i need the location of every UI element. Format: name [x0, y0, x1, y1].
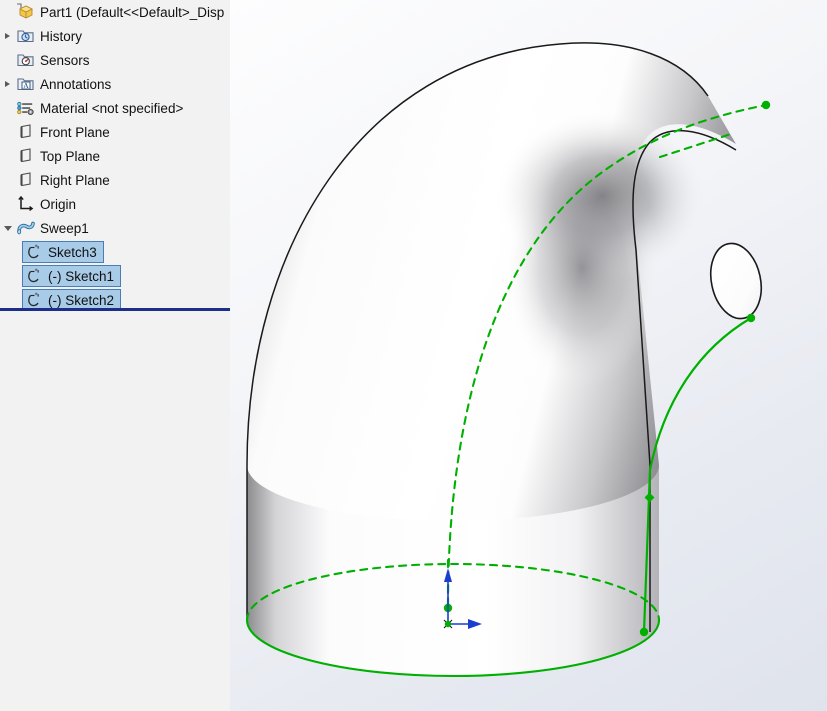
- svg-text:*: *: [35, 245, 38, 252]
- plane-icon: [16, 170, 36, 190]
- sensors-folder-icon: [16, 50, 36, 70]
- tree-item-label: Origin: [40, 196, 77, 212]
- svg-text:A: A: [23, 81, 29, 90]
- chevron-right-icon[interactable]: [0, 24, 16, 48]
- sketch-icon: *: [25, 266, 45, 286]
- model-canvas[interactable]: [230, 0, 827, 711]
- sketch-icon: *: [25, 290, 45, 310]
- tree-item-sketch3[interactable]: * Sketch3: [0, 240, 230, 264]
- tree-item-right-plane[interactable]: Right Plane: [0, 168, 230, 192]
- plane-icon: [16, 146, 36, 166]
- tree-item-sketch1[interactable]: * (-) Sketch1: [0, 264, 230, 288]
- tree-item-label: Material <not specified>: [40, 100, 184, 116]
- rollback-bar[interactable]: [0, 308, 230, 311]
- selection-highlight[interactable]: * (-) Sketch1: [22, 265, 122, 287]
- tree-item-label: Annotations: [40, 76, 112, 92]
- tree-item-top-plane[interactable]: Top Plane: [0, 144, 230, 168]
- circular-end-face[interactable]: [704, 239, 768, 324]
- tree-item-origin[interactable]: Origin: [0, 192, 230, 216]
- origin-icon: [16, 194, 36, 214]
- sketch-icon: *: [25, 242, 45, 262]
- history-folder-icon: [16, 26, 36, 46]
- tree-item-label: (-) Sketch1: [48, 268, 115, 284]
- tree-item-history[interactable]: History: [0, 24, 230, 48]
- tree-item-label: Part1 (Default<<Default>_Disp: [40, 4, 225, 20]
- graphics-viewport[interactable]: [230, 0, 827, 711]
- chevron-right-icon[interactable]: [0, 72, 16, 96]
- end-face-group[interactable]: [704, 239, 768, 324]
- tree-item-part-root[interactable]: Part1 (Default<<Default>_Disp: [0, 0, 230, 24]
- tree-item-label: Front Plane: [40, 124, 110, 140]
- sketch-point-profile-bottom[interactable]: [639, 627, 649, 637]
- solidworks-window: Part1 (Default<<Default>_Disp History Se…: [0, 0, 827, 711]
- sketch2-profile-curve[interactable]: [642, 316, 753, 634]
- tree-item-label: Sensors: [40, 52, 90, 68]
- selection-highlight[interactable]: * Sketch3: [22, 241, 104, 263]
- tree-item-label: History: [40, 28, 83, 44]
- chevron-down-icon[interactable]: [0, 216, 16, 240]
- sketch-point-endface-bottom[interactable]: [746, 313, 756, 323]
- annotations-folder-icon: A: [16, 74, 36, 94]
- tree-item-label: Top Plane: [40, 148, 101, 164]
- bend-surface: [247, 42, 736, 521]
- part-icon: [16, 2, 36, 22]
- sketch-point-endface-center[interactable]: [761, 100, 771, 110]
- svg-text:*: *: [35, 269, 38, 276]
- material-icon: [16, 98, 36, 118]
- tree-item-material[interactable]: Material <not specified>: [0, 96, 230, 120]
- triad-origin-point[interactable]: [444, 620, 452, 628]
- feature-tree: Part1 (Default<<Default>_Disp History Se…: [0, 0, 230, 312]
- tree-item-label: (-) Sketch2: [48, 292, 115, 308]
- tree-item-label: Sketch3: [48, 244, 97, 260]
- tree-item-sweep1[interactable]: Sweep1: [0, 216, 230, 240]
- solid-body[interactable]: [246, 42, 768, 677]
- plane-icon: [16, 122, 36, 142]
- sweep-icon: [16, 218, 36, 238]
- svg-text:*: *: [35, 293, 38, 300]
- tree-item-annotations[interactable]: A Annotations: [0, 72, 230, 96]
- feature-manager-panel: Part1 (Default<<Default>_Disp History Se…: [0, 0, 230, 711]
- tree-item-sensors[interactable]: Sensors: [0, 48, 230, 72]
- tree-item-label: Right Plane: [40, 172, 110, 188]
- tree-item-label: Sweep1: [40, 220, 89, 236]
- tree-item-front-plane[interactable]: Front Plane: [0, 120, 230, 144]
